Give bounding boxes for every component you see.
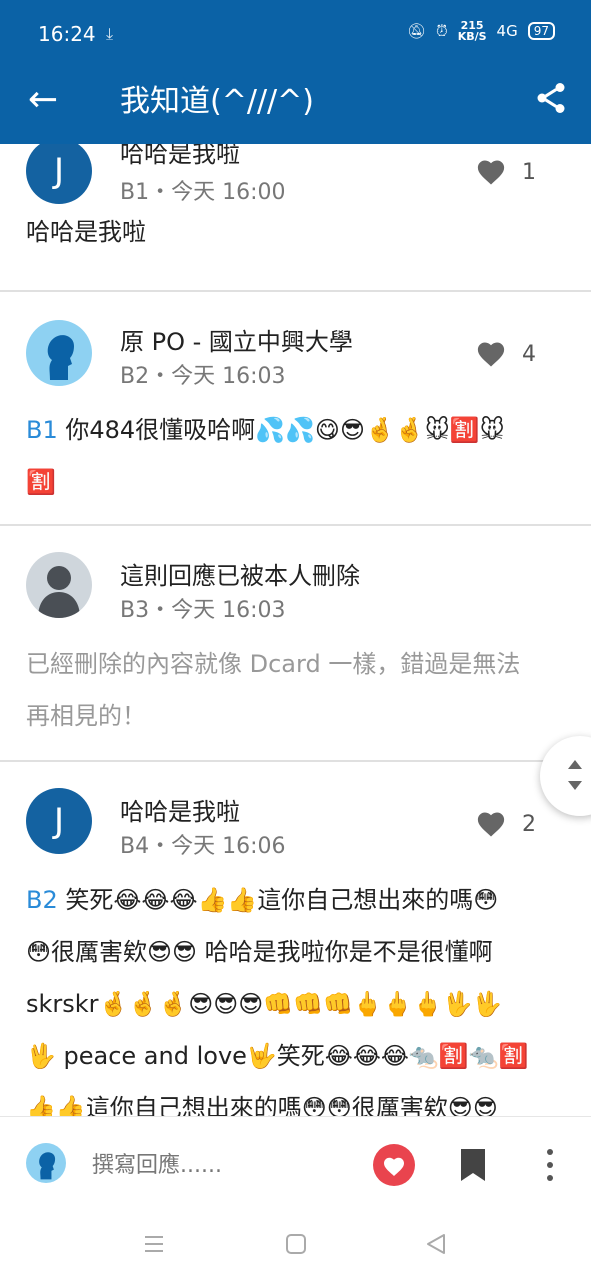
comment-b2: 原 PO - 國立中興大學 B2・今天 16:03 4 B1 你484很懂吸哈啊… [0,292,591,526]
heart-icon[interactable] [476,810,506,838]
comment-meta: B1・今天 16:00 [120,180,286,205]
comment-meta: B2・今天 16:03 [120,364,286,389]
like-count: 4 [522,342,536,367]
author-name: 這則回應已被本人刪除 [120,562,360,590]
more-vertical-icon[interactable] [540,1147,560,1183]
comment-body: 哈哈是我啦 [26,218,146,246]
share-icon[interactable] [533,80,569,116]
like-count: 2 [522,812,536,837]
comment-b1: J 哈哈是我啦 B1・今天 16:00 1 哈哈是我啦 [0,144,591,292]
comment-line: 再相見的！ [26,702,146,730]
heart-icon[interactable] [476,340,506,368]
system-nav-bar [0,1210,591,1280]
status-icons: 🔕︎ ⏰︎ 215 KB/S 4G 97 [407,20,555,42]
avatar[interactable] [26,320,92,386]
reply-reference[interactable]: B2 [26,886,58,914]
avatar[interactable]: J [26,788,92,854]
battery-icon: 97 [527,22,555,40]
user-silhouette-icon [39,1152,56,1180]
author-name[interactable]: 原 PO - 國立中興大學 [120,322,353,357]
user-silhouette-icon [47,335,74,380]
app-bar: ← 我知道(^///^) [0,64,591,144]
heart-button-icon[interactable] [372,1143,416,1187]
mute-icon: 🔕︎ [406,22,426,40]
comment-line: 😳很厲害欸😎😎 哈哈是我啦你是不是很懂啊 [26,938,493,966]
bookmark-icon[interactable] [458,1147,488,1183]
composer-bar: 撰寫回應...... [0,1116,591,1210]
home-icon[interactable] [284,1232,308,1256]
comment-body: B1 你484很懂吸哈啊💦💦😋😎🤞🤞🐭🈹🐭 🈹 [26,404,566,508]
scroll-jump-button[interactable] [540,736,591,816]
comment-line: skrskr🤞🤞🤞😎😎😎👊👊👊🖕🖕🖕🖖🖖 [26,990,503,1018]
comment-line: B2 笑死😂😂😂👍👍這你自己想出來的嗎😳 [26,886,499,914]
status-bar: 16:24 ⤓ 🔕︎ ⏰︎ 215 KB/S 4G 97 [0,0,591,64]
back-nav-icon[interactable] [424,1232,448,1256]
comment-list[interactable]: J 哈哈是我啦 B1・今天 16:00 1 哈哈是我啦 原 PO - 國立中興大… [0,144,591,1116]
comment-line: 👍👍這你自己想出來的嗎😳😳很厲害欸😎😎 [26,1094,498,1116]
comment-meta: B4・今天 16:06 [120,834,286,859]
download-icon: ⤓ [106,24,114,43]
heart-icon[interactable] [476,158,506,186]
my-avatar [26,1143,66,1183]
menu-icon[interactable] [142,1232,166,1256]
comment-line: 已經刪除的內容就像 Dcard 一樣，錯過是無法 [26,650,521,678]
reply-reference[interactable]: B1 [26,416,58,444]
comment-body: B2 笑死😂😂😂👍👍這你自己想出來的嗎😳 😳很厲害欸😎😎 哈哈是我啦你是不是很懂… [26,874,566,1116]
comment-body: 已經刪除的內容就像 Dcard 一樣，錯過是無法 再相見的！ [26,638,566,742]
signal-icon: 4G [496,22,518,40]
author-name[interactable]: 哈哈是我啦 [120,792,240,827]
comment-meta: B3・今天 16:03 [120,598,286,623]
reply-input[interactable]: 撰寫回應...... [92,1147,222,1179]
comment-line: B1 你484很懂吸哈啊💦💦😋😎🤞🤞🐭🈹🐭 [26,416,505,444]
network-speed: 215 KB/S [457,19,487,43]
comment-b3: 這則回應已被本人刪除 B3・今天 16:03 已經刪除的內容就像 Dcard 一… [0,526,591,762]
arrow-left-icon[interactable]: ← [28,80,58,120]
comment-line: 🖖 peace and love🤟笑死😂😂😂🐀🈹🐀🈹 [26,1042,529,1070]
page-title: 我知道(^///^) [120,84,315,119]
avatar [26,552,92,618]
author-name[interactable]: 哈哈是我啦 [120,144,240,169]
comment-line: 🈹 [26,468,56,496]
comment-b4: J 哈哈是我啦 B4・今天 16:06 2 B2 笑死😂😂😂👍👍這你自己想出來的… [0,762,591,1116]
user-silhouette-icon [38,566,80,618]
avatar[interactable]: J [26,144,92,204]
like-count: 1 [522,160,536,185]
alarm-icon: ⏰︎ [435,22,448,40]
status-time: 16:24 [38,22,96,46]
up-down-arrows-icon [568,760,582,790]
